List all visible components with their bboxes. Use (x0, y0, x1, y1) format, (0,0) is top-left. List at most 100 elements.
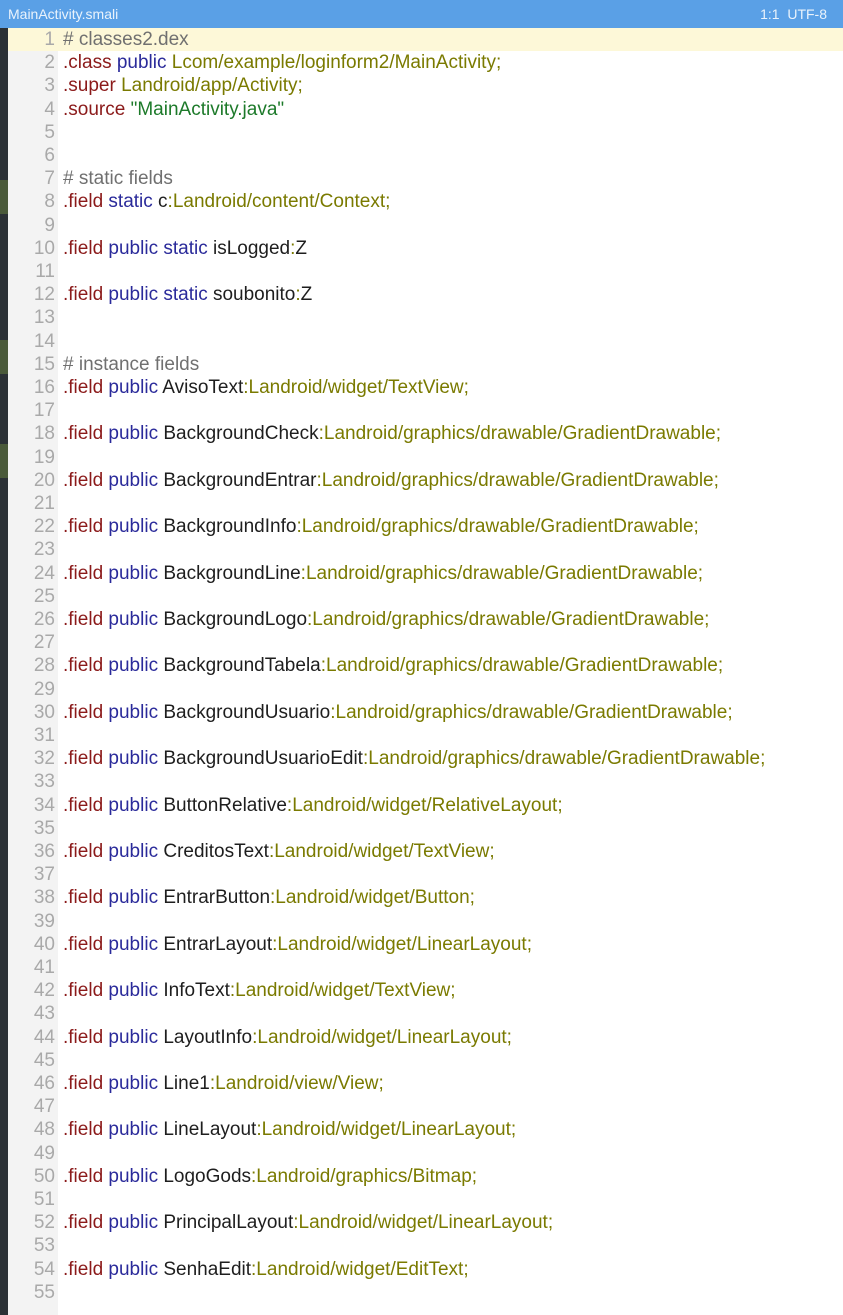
code-line[interactable]: 54 .field public SenhaEdit:Landroid/widge… (8, 1258, 843, 1281)
code-line[interactable]: 22 .field public BackgroundInfo:Landroid/… (8, 515, 843, 538)
code-editor[interactable]: 1 # classes2.dex 2 .class public Lcom/examp… (8, 28, 843, 1315)
line-code: .field public EntrarButton:Landroid/widg… (63, 886, 475, 909)
line-code: .field public BackgroundCheck:Landroid/g… (63, 422, 721, 445)
code-line[interactable]: 41 (8, 956, 843, 979)
token-directive: .field (63, 609, 109, 630)
code-line[interactable]: 28 .field public BackgroundTabela:Landroi… (8, 654, 843, 677)
token-keyword: public (116, 52, 172, 74)
code-line[interactable]: 3 .super Landroid/app/Activity; (8, 74, 843, 97)
code-line[interactable]: 53 (8, 1234, 843, 1257)
token-type: :Landroid/graphics/drawable/GradientDraw… (316, 469, 719, 491)
line-number: 36 (33, 841, 55, 862)
code-line[interactable]: 29 (8, 678, 843, 701)
line-number: 22 (33, 516, 55, 538)
token-directive: .field (63, 237, 109, 259)
code-line[interactable]: 55 (8, 1281, 843, 1304)
code-line[interactable]: 50 .field public LogoGods:Landroid/graphi… (8, 1165, 843, 1188)
line-code: .field public LineLayout:Landroid/widget… (63, 1118, 516, 1141)
code-line[interactable]: 20 .field public BackgroundEntrar:Landroi… (8, 469, 843, 492)
token-name: LineLayout (163, 1119, 257, 1141)
line-number: 16 (33, 377, 55, 398)
code-line[interactable]: 14 (8, 330, 843, 353)
line-code: .field public BackgroundEntrar:Landroid/… (63, 469, 719, 492)
code-line[interactable]: 35 (8, 817, 843, 840)
token-name: BackgroundInfo (163, 516, 297, 538)
token-directive: .field (63, 841, 109, 862)
code-line[interactable]: 8 .field static c:Landroid/content/Contex… (8, 190, 843, 213)
code-line[interactable]: 38 .field public EntrarButton:Landroid/wi… (8, 886, 843, 909)
token-directive: .field (63, 423, 109, 445)
code-line[interactable]: 23 (8, 538, 843, 561)
code-line[interactable]: 24 .field public BackgroundLine:Landroid/… (8, 562, 843, 585)
code-line[interactable]: 51 (8, 1188, 843, 1211)
token-type: :Landroid/graphics/drawable/GradientDraw… (307, 609, 710, 630)
code-line[interactable]: 17 (8, 399, 843, 422)
code-line[interactable]: 33 (8, 770, 843, 793)
code-line[interactable]: 15 # instance fields (8, 353, 843, 376)
code-line[interactable]: 21 (8, 492, 843, 515)
line-number: 19 (33, 446, 55, 468)
token-name: BackgroundEntrar (163, 469, 317, 491)
line-number: 46 (33, 1073, 55, 1094)
code-line[interactable]: 12 .field public static soubonito:Z (8, 283, 843, 306)
cursor-position: 1:1 (760, 6, 780, 22)
code-line[interactable]: 42 .field public InfoText:Landroid/widget… (8, 979, 843, 1002)
code-line[interactable]: 49 (8, 1142, 843, 1165)
line-number: 30 (33, 701, 55, 723)
token-type: :Landroid/widget/LinearLayout; (256, 1119, 517, 1141)
token-directive: .field (63, 933, 109, 955)
line-number: 37 (33, 864, 55, 886)
code-line[interactable]: 25 (8, 585, 843, 608)
line-number: 29 (33, 678, 55, 700)
code-line[interactable]: 11 (8, 260, 843, 283)
code-line[interactable]: 26 .field public BackgroundLogo:Landroid/… (8, 608, 843, 631)
token-keyword: public (108, 1119, 164, 1141)
code-line[interactable]: 9 (8, 214, 843, 237)
code-line[interactable]: 27 (8, 631, 843, 654)
line-code: .field public LogoGods:Landroid/graphics… (63, 1165, 477, 1188)
code-line[interactable]: 43 (8, 1002, 843, 1025)
line-number: 52 (33, 1212, 55, 1234)
code-line[interactable]: 13 (8, 306, 843, 329)
encoding-label[interactable]: UTF-8 (787, 6, 827, 22)
code-line[interactable]: 32 .field public BackgroundUsuarioEdit:La… (8, 747, 843, 770)
line-number: 34 (33, 794, 55, 816)
code-line[interactable]: 5 (8, 121, 843, 144)
code-line[interactable]: 19 (8, 446, 843, 469)
code-line[interactable]: 6 (8, 144, 843, 167)
token-name: c (158, 191, 168, 213)
code-line[interactable]: 2 .class public Lcom/example/loginform2/M… (8, 51, 843, 74)
line-number: 27 (33, 632, 55, 654)
code-line[interactable]: 16 .field public AvisoText:Landroid/widge… (8, 376, 843, 399)
token-name: Z (295, 237, 307, 259)
token-keyword: public (108, 423, 164, 445)
line-number: 38 (33, 887, 55, 909)
code-line[interactable]: 40 .field public EntrarLayout:Landroid/wi… (8, 933, 843, 956)
code-line[interactable]: 4 .source "MainActivity.java" (8, 98, 843, 121)
code-line[interactable]: 37 (8, 863, 843, 886)
code-line[interactable]: 10 .field public static isLogged:Z (8, 237, 843, 260)
line-number: 26 (33, 609, 55, 630)
code-line[interactable]: 48 .field public LineLayout:Landroid/widg… (8, 1118, 843, 1141)
file-name-label[interactable]: MainActivity.smali (8, 0, 118, 28)
code-line[interactable]: 18 .field public BackgroundCheck:Landroid… (8, 422, 843, 445)
line-number: 41 (33, 957, 55, 978)
smali-editor-window: MainActivity.smali 1:1 UTF-8 1 # classes2… (0, 0, 843, 1315)
token-directive: .field (63, 1258, 109, 1280)
token-directive: .field (63, 980, 109, 1002)
code-line[interactable]: 1 # classes2.dex (8, 28, 843, 52)
code-line[interactable]: 46 .field public Line1:Landroid/view/View… (8, 1072, 843, 1095)
line-number: 1 (44, 29, 55, 50)
code-line[interactable]: 30 .field public BackgroundUsuario:Landro… (8, 701, 843, 724)
code-line[interactable]: 47 (8, 1095, 843, 1118)
line-number: 18 (33, 423, 55, 445)
code-line[interactable]: 52 .field public PrincipalLayout:Landroid… (8, 1211, 843, 1234)
code-line[interactable]: 39 (8, 910, 843, 933)
code-line[interactable]: 36 .field public CreditosText:Landroid/wi… (8, 840, 843, 863)
code-line[interactable]: 44 .field public LayoutInfo:Landroid/widg… (8, 1026, 843, 1049)
code-line[interactable]: 7 # static fields (8, 167, 843, 190)
code-line[interactable]: 34 .field public ButtonRelative:Landroid/… (8, 794, 843, 817)
code-line[interactable]: 31 (8, 724, 843, 747)
line-number: 53 (33, 1235, 55, 1257)
code-line[interactable]: 45 (8, 1049, 843, 1072)
